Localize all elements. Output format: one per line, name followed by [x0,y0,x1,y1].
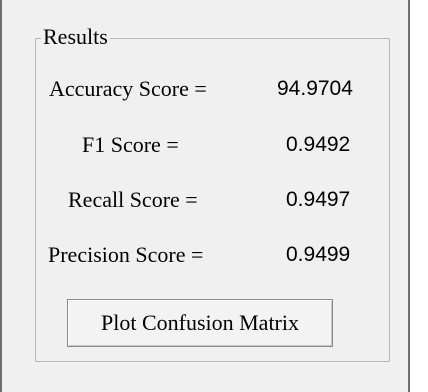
f1-score-label: F1 Score = [82,132,179,157]
results-window: Results Accuracy Score = 94.9704 F1 Scor… [0,0,410,392]
recall-score-label: Recall Score = [68,187,198,212]
precision-score-label: Precision Score = [48,242,204,267]
plot-confusion-matrix-button[interactable]: Plot Confusion Matrix [67,299,333,347]
recall-score-value: 0.9497 [286,188,351,211]
f1-score-value: 0.9492 [286,133,351,156]
accuracy-score-label: Accuracy Score = [49,76,207,101]
precision-score-value: 0.9499 [286,243,351,266]
results-groupbox: Results Accuracy Score = 94.9704 F1 Scor… [35,20,390,362]
accuracy-score-value: 94.9704 [277,77,353,100]
results-group-title: Results [41,20,110,54]
